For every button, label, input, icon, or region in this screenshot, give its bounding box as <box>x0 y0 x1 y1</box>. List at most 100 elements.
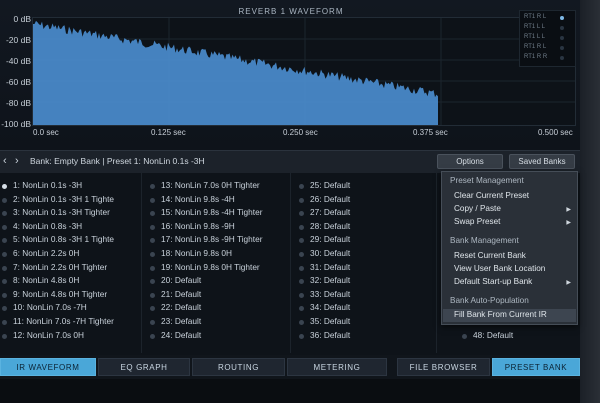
preset-label: 25: Default <box>310 180 351 190</box>
preset-label: 15: NonLin 9.8s -4H Tighter <box>161 207 263 218</box>
tab-file-browser[interactable]: FILE BROWSER <box>397 358 490 376</box>
preset-radio-icon <box>150 265 155 271</box>
menu-heading-bank-auto-population: Bank Auto-Population <box>450 296 529 305</box>
preset-label: 23: Default <box>161 316 202 326</box>
tab-ir-waveform[interactable]: IR WAVEFORM <box>0 358 96 376</box>
preset-label: 24: Default <box>161 329 202 340</box>
preset-label: 32: Default <box>310 275 351 286</box>
preset-label: 13: NonLin 7.0s 0H Tighter <box>161 180 260 190</box>
y-label-60: -60 dB <box>5 77 31 87</box>
saved-banks-button[interactable]: Saved Banks <box>509 154 575 169</box>
preset-label: 9: NonLin 4.8s 0H Tighter <box>13 288 108 299</box>
preset-label: 28: Default <box>310 220 351 231</box>
preset-label: 1: NonLin 0.1s -3H <box>13 180 83 190</box>
preset-label: 33: Default <box>310 288 351 299</box>
waveform-plot[interactable] <box>32 17 576 126</box>
tab-metering[interactable]: METERING <box>287 358 387 376</box>
preset-label: 34: Default <box>310 302 351 313</box>
y-label-0: 0 dB <box>13 14 32 24</box>
preset-label: 48: Default <box>473 329 514 340</box>
preset-radio-icon <box>299 211 304 217</box>
preset-radio-icon <box>150 197 155 203</box>
preset-radio-icon <box>150 211 155 217</box>
preset-radio-icon <box>150 306 155 312</box>
preset-radio-icon <box>2 252 7 257</box>
preset-label: 12: NonLin 7.0s 0H <box>13 329 85 340</box>
preset-radio-icon <box>2 224 7 230</box>
preset-label: 7: NonLin 2.2s 0H Tighter <box>13 261 108 272</box>
preset-radio-icon <box>299 224 304 230</box>
options-menu: Preset Management Clear Current Preset C… <box>441 171 578 325</box>
menu-item-swap-preset[interactable]: Swap Preset <box>454 217 500 226</box>
preset-label: 19: NonLin 9.8s 0H Tighter <box>161 261 260 272</box>
menu-item-copy-paste[interactable]: Copy / Paste <box>454 204 501 213</box>
preset-label: 35: Default <box>310 316 351 326</box>
preset-radio-icon <box>150 292 155 298</box>
preset-radio-icon <box>2 279 7 285</box>
bank-preset-label: Bank: Empty Bank | Preset 1: NonLin 0.1s… <box>30 156 205 166</box>
y-label-40: -40 dB <box>5 56 31 66</box>
menu-item-clear-current-preset[interactable]: Clear Current Preset <box>454 191 529 200</box>
preset-radio-icon <box>299 320 304 325</box>
meter-led[interactable] <box>560 16 564 20</box>
bottom-tab-bar: IR WAVEFORM EQ GRAPH ROUTING METERING FI… <box>0 355 580 379</box>
menu-heading-preset-management: Preset Management <box>450 176 524 185</box>
preset-label: 26: Default <box>310 193 351 204</box>
meter-led[interactable] <box>560 36 564 40</box>
preset-radio-icon <box>150 333 155 339</box>
meter-led[interactable] <box>560 46 564 50</box>
next-preset-icon[interactable]: › <box>15 155 19 167</box>
window-edge <box>580 0 600 403</box>
preset-radio-icon <box>2 265 7 271</box>
preset-label: 6: NonLin 2.2s 0H <box>13 248 80 258</box>
y-label-80: -80 dB <box>5 98 31 108</box>
preset-label: 14: NonLin 9.8s -4H <box>161 193 235 204</box>
preset-radio-icon <box>299 279 304 285</box>
preset-label: 5: NonLin 0.8s -3H 1 Tighte <box>13 234 115 245</box>
preset-label: 11: NonLin 7.0s -7H Tighter <box>13 316 114 326</box>
meter-led[interactable] <box>560 56 564 60</box>
x-label-375: 0.375 sec <box>413 128 448 137</box>
preset-radio-icon <box>2 184 7 189</box>
preset-label: 31: Default <box>310 261 351 272</box>
preset-radio-icon <box>2 238 7 244</box>
preset-label: 22: Default <box>161 302 202 313</box>
meter-label: RT1 L L <box>524 34 546 40</box>
menu-item-view-user-bank-location[interactable]: View User Bank Location <box>454 264 545 273</box>
preset-radio-icon <box>150 320 155 325</box>
meter-label: RT1 L L <box>524 24 546 30</box>
preset-radio-icon <box>2 292 7 298</box>
options-button[interactable]: Options <box>437 154 503 169</box>
waveform-fill <box>33 20 438 125</box>
tab-eq-graph[interactable]: EQ GRAPH <box>98 358 190 376</box>
column-divider <box>290 173 291 353</box>
x-label-125: 0.125 sec <box>151 128 186 137</box>
preset-radio-icon <box>150 252 155 257</box>
preset-label: 20: Default <box>161 275 202 286</box>
preset-radio-icon <box>150 279 155 285</box>
menu-item-fill-bank-from-current-ir[interactable]: Fill Bank From Current IR <box>454 310 547 319</box>
channel-meters: RT1 R L RT1 L L RT1 L L RT1 R L RT1 R R <box>519 10 576 67</box>
preset-radio-icon <box>2 211 7 217</box>
meter-label: RT1 R L <box>524 44 547 50</box>
preset-label: 10: NonLin 7.0s -7H <box>13 302 87 313</box>
x-label-500: 0.500 sec <box>538 128 573 137</box>
preset-radio-icon <box>299 252 304 257</box>
column-divider <box>436 173 437 353</box>
preset-radio-icon <box>2 320 7 325</box>
tab-preset-bank[interactable]: PRESET BANK <box>492 358 580 376</box>
preset-label: 17: NonLin 9.8s -9H Tighter <box>161 234 263 245</box>
menu-item-reset-current-bank[interactable]: Reset Current Bank <box>454 251 526 260</box>
tab-routing[interactable]: ROUTING <box>192 358 285 376</box>
preset-label: 8: NonLin 4.8s 0H <box>13 275 80 286</box>
preset-label: 3: NonLin 0.1s -3H Tighter <box>13 207 110 218</box>
waveform-panel: REVERB 1 WAVEFORM 0 dB -20 dB -40 dB -60… <box>0 0 600 150</box>
preset-label: 36: Default <box>310 329 351 340</box>
submenu-arrow-icon: ▶ <box>566 207 571 213</box>
meter-led[interactable] <box>560 26 564 30</box>
column-divider <box>141 173 142 353</box>
menu-item-default-startup-bank[interactable]: Default Start-up Bank <box>454 277 532 286</box>
preset-radio-icon <box>2 197 7 203</box>
y-label-100: -100 dB <box>1 119 31 129</box>
prev-preset-icon[interactable]: ‹ <box>3 155 7 167</box>
